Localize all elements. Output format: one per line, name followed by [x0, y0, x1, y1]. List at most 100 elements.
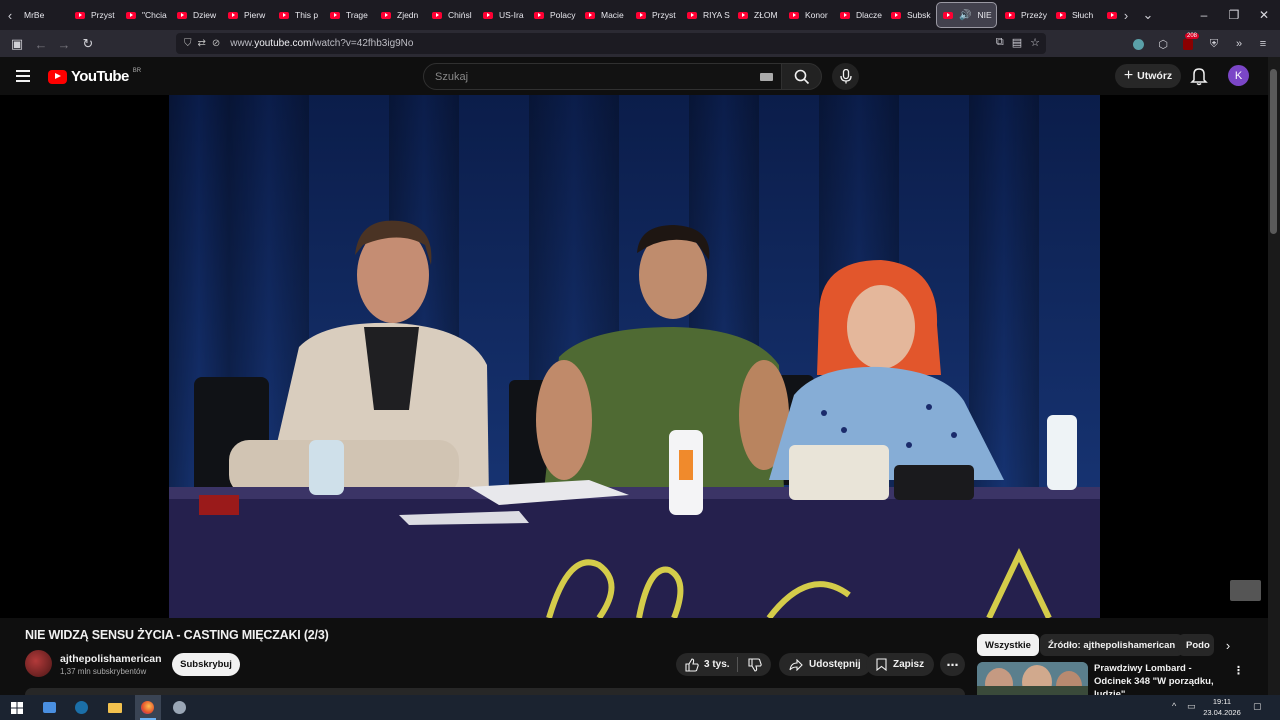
youtube-favicon-icon [75, 11, 85, 19]
like-button[interactable]: 3 tys. [676, 653, 737, 676]
tab-label: ZŁOM [754, 10, 778, 20]
save-button[interactable]: Zapisz [866, 653, 935, 676]
share-button[interactable]: Udostępnij [779, 653, 871, 676]
notifications-bell-icon[interactable] [1190, 66, 1208, 86]
sidebar-toggle-icon[interactable]: ▣ [6, 33, 28, 55]
channel-avatar[interactable] [25, 650, 52, 677]
browser-tab[interactable]: Polacy [528, 2, 577, 28]
network-status-icon[interactable]: ▭ [1187, 701, 1196, 712]
browser-tab[interactable]: Pierw [222, 2, 271, 28]
recommendation-menu-icon[interactable]: ⋮ [1233, 664, 1244, 678]
url-path: /watch?v=42fhb3ig9No [311, 38, 414, 49]
tab-label: Chińsl [448, 10, 472, 20]
tracking-protection-icon[interactable]: ⛉ [184, 38, 192, 49]
browser-tab[interactable]: US-Ira [477, 2, 526, 28]
like-count: 3 tys. [704, 659, 730, 670]
privacy-shield-icon[interactable]: ⛨ [1206, 36, 1222, 52]
browser-tab[interactable]: Przyst [630, 2, 679, 28]
recommendation-thumbnail[interactable] [977, 662, 1088, 695]
browser-tab[interactable]: Zjedn [375, 2, 424, 28]
file-explorer-icon[interactable] [106, 699, 123, 716]
browser-tab[interactable]: Przyst [69, 2, 118, 28]
more-actions-button[interactable]: ⋯ [940, 653, 965, 676]
browser-tab[interactable]: RIYA S [681, 2, 730, 28]
tray-expand-icon[interactable]: ^ [1172, 701, 1176, 711]
chip-source[interactable]: Źródło: ajthepolishamerican [1040, 634, 1184, 656]
extension-shield-icon[interactable] [1130, 36, 1146, 52]
app-icon[interactable] [171, 699, 188, 716]
notifications-center-icon[interactable]: ▢ [1253, 701, 1262, 712]
browser-tab[interactable]: Macie [579, 2, 628, 28]
reload-icon[interactable]: ↻ [77, 33, 99, 55]
youtube-favicon-icon [1056, 11, 1066, 19]
page-scrollbar[interactable] [1268, 57, 1280, 695]
extensions-puzzle-icon[interactable]: ⬡ [1155, 36, 1171, 52]
chip-next-arrow-icon[interactable]: › [1220, 637, 1236, 653]
browser-tab[interactable]: ZŁOM [732, 2, 781, 28]
more-tools-icon[interactable]: » [1231, 36, 1247, 52]
account-avatar[interactable]: K [1228, 65, 1249, 86]
browser-tab[interactable]: Dziew [171, 2, 220, 28]
keyboard-icon[interactable] [760, 73, 773, 81]
miniplayer-thumbnail[interactable] [1230, 580, 1261, 601]
channel-name[interactable]: ajthepolishamerican [60, 653, 162, 665]
youtube-masthead: YouTube BR + Utwórz K [0, 57, 1268, 95]
network-app-icon[interactable] [41, 699, 58, 716]
search-box [423, 63, 782, 90]
close-window-icon[interactable]: ✕ [1248, 0, 1280, 30]
browser-tab[interactable]: Konor [783, 2, 832, 28]
restore-icon[interactable]: ❐ [1218, 0, 1250, 30]
youtube-favicon-icon [840, 11, 850, 19]
guide-menu-icon[interactable] [16, 70, 30, 82]
video-player-area[interactable] [0, 95, 1268, 618]
tab-audio-icon[interactable]: 🔊 [959, 10, 971, 21]
back-icon[interactable]: ← [30, 33, 52, 55]
tab-list-dropdown-icon[interactable]: ⌄ [1138, 0, 1158, 30]
tab-label: Dlacze [856, 10, 882, 20]
chip-similar[interactable]: Podo [1178, 634, 1214, 656]
clock-time: 19:11 [1212, 697, 1232, 706]
scrollbar-thumb[interactable] [1270, 69, 1277, 234]
chip-all[interactable]: Wszystkie [977, 634, 1039, 656]
permissions-icon[interactable]: ⇄ [198, 38, 206, 49]
site-info-icon[interactable]: ⊘ [212, 38, 220, 49]
browser-tab[interactable]: Przeży [999, 2, 1048, 28]
browser-tab[interactable]: MrBe [18, 2, 67, 28]
search-button[interactable] [781, 63, 822, 90]
url-text[interactable]: www.youtube.com/watch?v=42fhb3ig9No [230, 38, 413, 49]
youtube-wordmark: YouTube [71, 68, 129, 85]
share-arrow-icon [789, 658, 803, 671]
browser-tab[interactable]: 🔊NIE✕ [936, 2, 997, 28]
browser-tab[interactable]: Chińsl [426, 2, 475, 28]
bookmark-star-icon[interactable]: ☆ [1030, 36, 1040, 49]
tab-scroll-left-icon[interactable]: ‹ [0, 0, 20, 30]
tab-label: "Chcia [142, 10, 167, 20]
browser-tab[interactable]: Subsk [885, 2, 934, 28]
app-menu-icon[interactable]: ≡ [1255, 36, 1271, 52]
url-bar[interactable]: ⛉ ⇄ ⊘ www.youtube.com/watch?v=42fhb3ig9N… [176, 33, 1046, 54]
forward-icon[interactable]: → [53, 33, 75, 55]
reader-view-icon[interactable]: ▤ [1012, 36, 1022, 49]
picture-in-picture-icon[interactable]: ⧉ [996, 36, 1004, 49]
subscribe-button[interactable]: Subskrybuj [172, 653, 240, 676]
browser-tab[interactable]: Dlacze [834, 2, 883, 28]
browser-tab[interactable]: "Chcia [120, 2, 169, 28]
youtube-favicon-icon [943, 11, 953, 19]
steam-icon[interactable] [73, 699, 90, 716]
minimize-icon[interactable]: – [1188, 0, 1220, 30]
description-box[interactable] [25, 688, 965, 695]
youtube-logo[interactable]: YouTube BR [48, 68, 141, 85]
create-button[interactable]: + Utwórz [1115, 64, 1181, 88]
browser-tab[interactable]: This p [273, 2, 322, 28]
video-frame[interactable] [169, 95, 1100, 618]
ublock-icon[interactable]: 208 [1180, 33, 1200, 52]
tab-scroll-right-icon[interactable]: › [1116, 0, 1136, 30]
voice-search-button[interactable] [832, 63, 859, 90]
dislike-button[interactable] [738, 653, 771, 676]
like-dislike-group: 3 tys. [676, 653, 771, 676]
taskbar-clock[interactable]: 19:11 23.04.2026 [1198, 696, 1246, 718]
browser-tab[interactable]: Trage [324, 2, 373, 28]
browser-tab[interactable]: Słuch [1050, 2, 1099, 28]
search-input[interactable] [435, 70, 735, 83]
windows-start-icon[interactable] [8, 699, 25, 716]
